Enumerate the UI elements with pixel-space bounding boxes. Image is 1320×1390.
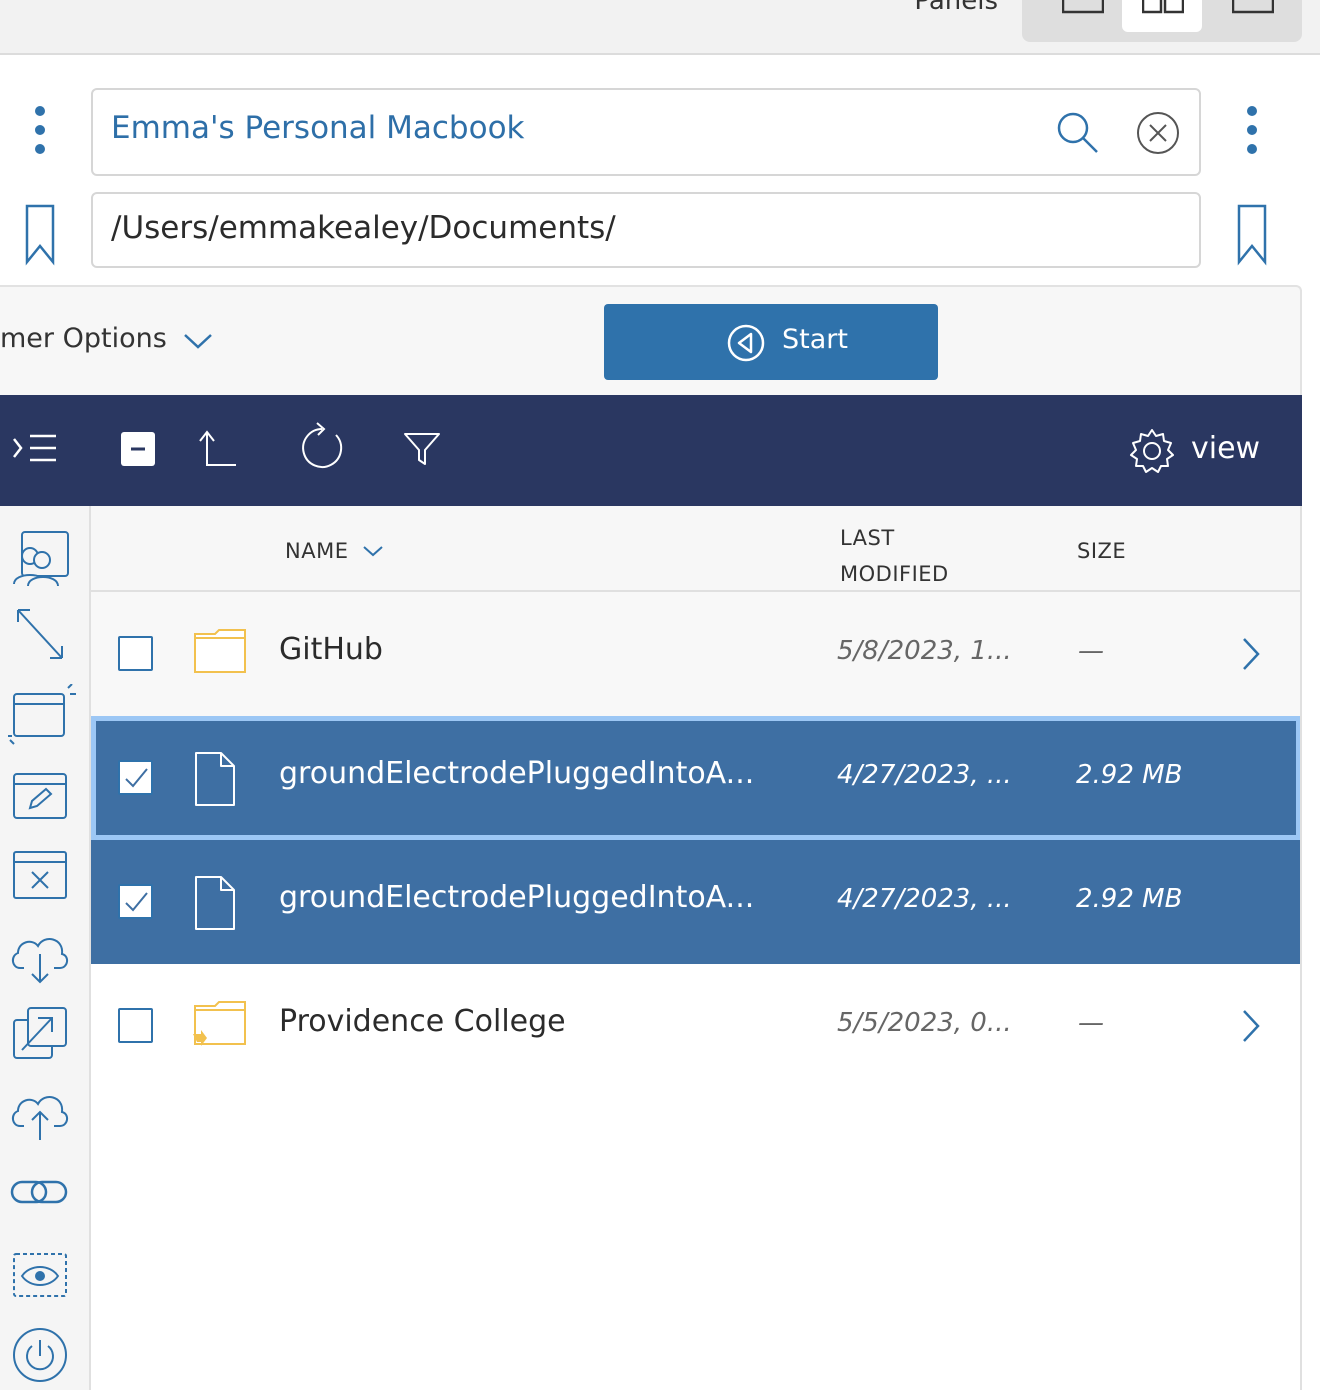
file-table-header: NAME LAST MODIFIED SIZE (91, 506, 1301, 592)
file-size: — (1078, 636, 1104, 666)
start-button[interactable]: Start (604, 304, 938, 380)
delete-icon[interactable] (8, 848, 72, 904)
file-name: groundElectrodePluggedIntoA... (279, 880, 755, 915)
start-arrow-icon (727, 324, 765, 362)
right-more-menu-icon[interactable] (1242, 105, 1262, 155)
file-name: Providence College (279, 1004, 566, 1039)
clear-icon[interactable] (1135, 110, 1181, 156)
left-bookmark-icon[interactable] (24, 204, 56, 266)
transfer-options-bar: mer Options Start (0, 285, 1302, 395)
file-modified: 4/27/2023, ... (837, 760, 1012, 790)
left-more-menu-icon[interactable] (30, 105, 50, 155)
start-label: Start (782, 324, 848, 355)
row-checkbox[interactable] (118, 1008, 153, 1043)
parent-folder-icon[interactable] (196, 429, 240, 469)
collapse-menu-icon[interactable] (10, 431, 60, 471)
resize-icon[interactable] (8, 604, 72, 668)
file-size: 2.92 MB (1076, 760, 1183, 790)
file-icon (195, 752, 235, 806)
single-panel-button[interactable] (1042, 0, 1122, 32)
table-row[interactable]: groundElectrodePluggedIntoA... 4/27/2023… (91, 840, 1301, 964)
dual-panel-button[interactable] (1122, 0, 1202, 32)
panel-layout-switch (1022, 0, 1302, 42)
file-toolbar: view (0, 395, 1302, 506)
host-value: Emma's Personal Macbook (111, 110, 525, 146)
modified-header-line1: LAST (840, 526, 895, 550)
folder-icon (194, 629, 246, 673)
chevron-right-icon[interactable] (1239, 1008, 1265, 1044)
options-label[interactable]: mer Options (0, 323, 167, 354)
host-field[interactable]: Emma's Personal Macbook (91, 88, 1201, 176)
file-modified: 5/8/2023, 1... (837, 636, 1012, 666)
table-row[interactable]: GitHub 5/8/2023, 1... — (91, 592, 1301, 716)
checkmark-icon (125, 892, 148, 912)
table-row[interactable]: Providence College 5/5/2023, 0... — (91, 964, 1301, 1088)
search-icon[interactable] (1055, 110, 1101, 156)
users-icon[interactable] (8, 528, 72, 588)
panels-label: Panels (914, 0, 998, 16)
modified-column-header[interactable]: LAST MODIFIED (840, 520, 949, 592)
name-header-label: NAME (285, 539, 349, 563)
file-icon (195, 876, 235, 930)
preview-icon[interactable] (8, 1248, 72, 1302)
row-checkbox[interactable] (118, 884, 153, 919)
name-column-header[interactable]: NAME (285, 539, 384, 563)
dual-panel-icon (1142, 0, 1184, 14)
alt-panel-icon (1232, 0, 1274, 14)
sort-chevron-icon (362, 546, 383, 557)
new-window-icon[interactable] (8, 684, 78, 750)
chevron-right-icon[interactable] (1239, 636, 1265, 672)
power-icon[interactable] (8, 1326, 72, 1384)
cloud-upload-icon[interactable] (8, 1086, 72, 1146)
move-icon[interactable] (8, 1006, 72, 1064)
single-panel-icon (1062, 0, 1104, 14)
path-field[interactable]: /Users/emmakealey/Documents/ (91, 192, 1201, 268)
panel-border (1300, 506, 1302, 1390)
table-row[interactable]: groundElectrodePluggedIntoA... 4/27/2023… (91, 716, 1301, 840)
modified-header-line2: MODIFIED (840, 562, 949, 586)
refresh-icon[interactable] (298, 421, 346, 471)
size-column-header[interactable]: SIZE (1077, 539, 1126, 563)
file-name: GitHub (279, 632, 383, 667)
alt-panel-button[interactable] (1212, 0, 1292, 32)
deselect-all-icon[interactable] (120, 431, 156, 467)
row-checkbox[interactable] (118, 636, 153, 671)
link-icon[interactable] (8, 1176, 72, 1210)
file-name: groundElectrodePluggedIntoA... (279, 756, 755, 791)
file-modified: 5/5/2023, 0... (837, 1008, 1012, 1038)
filter-icon[interactable] (402, 431, 442, 467)
gear-icon[interactable] (1128, 427, 1176, 475)
folder-shortcut-icon (193, 1001, 246, 1046)
cloud-download-icon[interactable] (8, 928, 72, 988)
file-size: — (1078, 1008, 1104, 1038)
row-checkbox[interactable] (118, 760, 153, 795)
top-bar: Panels (0, 0, 1320, 55)
checkmark-icon (125, 768, 148, 788)
file-size: 2.92 MB (1076, 884, 1183, 914)
path-value: /Users/emmakealey/Documents/ (111, 210, 616, 246)
view-label[interactable]: view (1191, 431, 1260, 466)
file-modified: 4/27/2023, ... (837, 884, 1012, 914)
rename-icon[interactable] (8, 768, 72, 824)
action-rail (0, 506, 91, 1390)
chevron-down-icon[interactable] (182, 331, 214, 351)
right-bookmark-icon[interactable] (1236, 204, 1268, 266)
